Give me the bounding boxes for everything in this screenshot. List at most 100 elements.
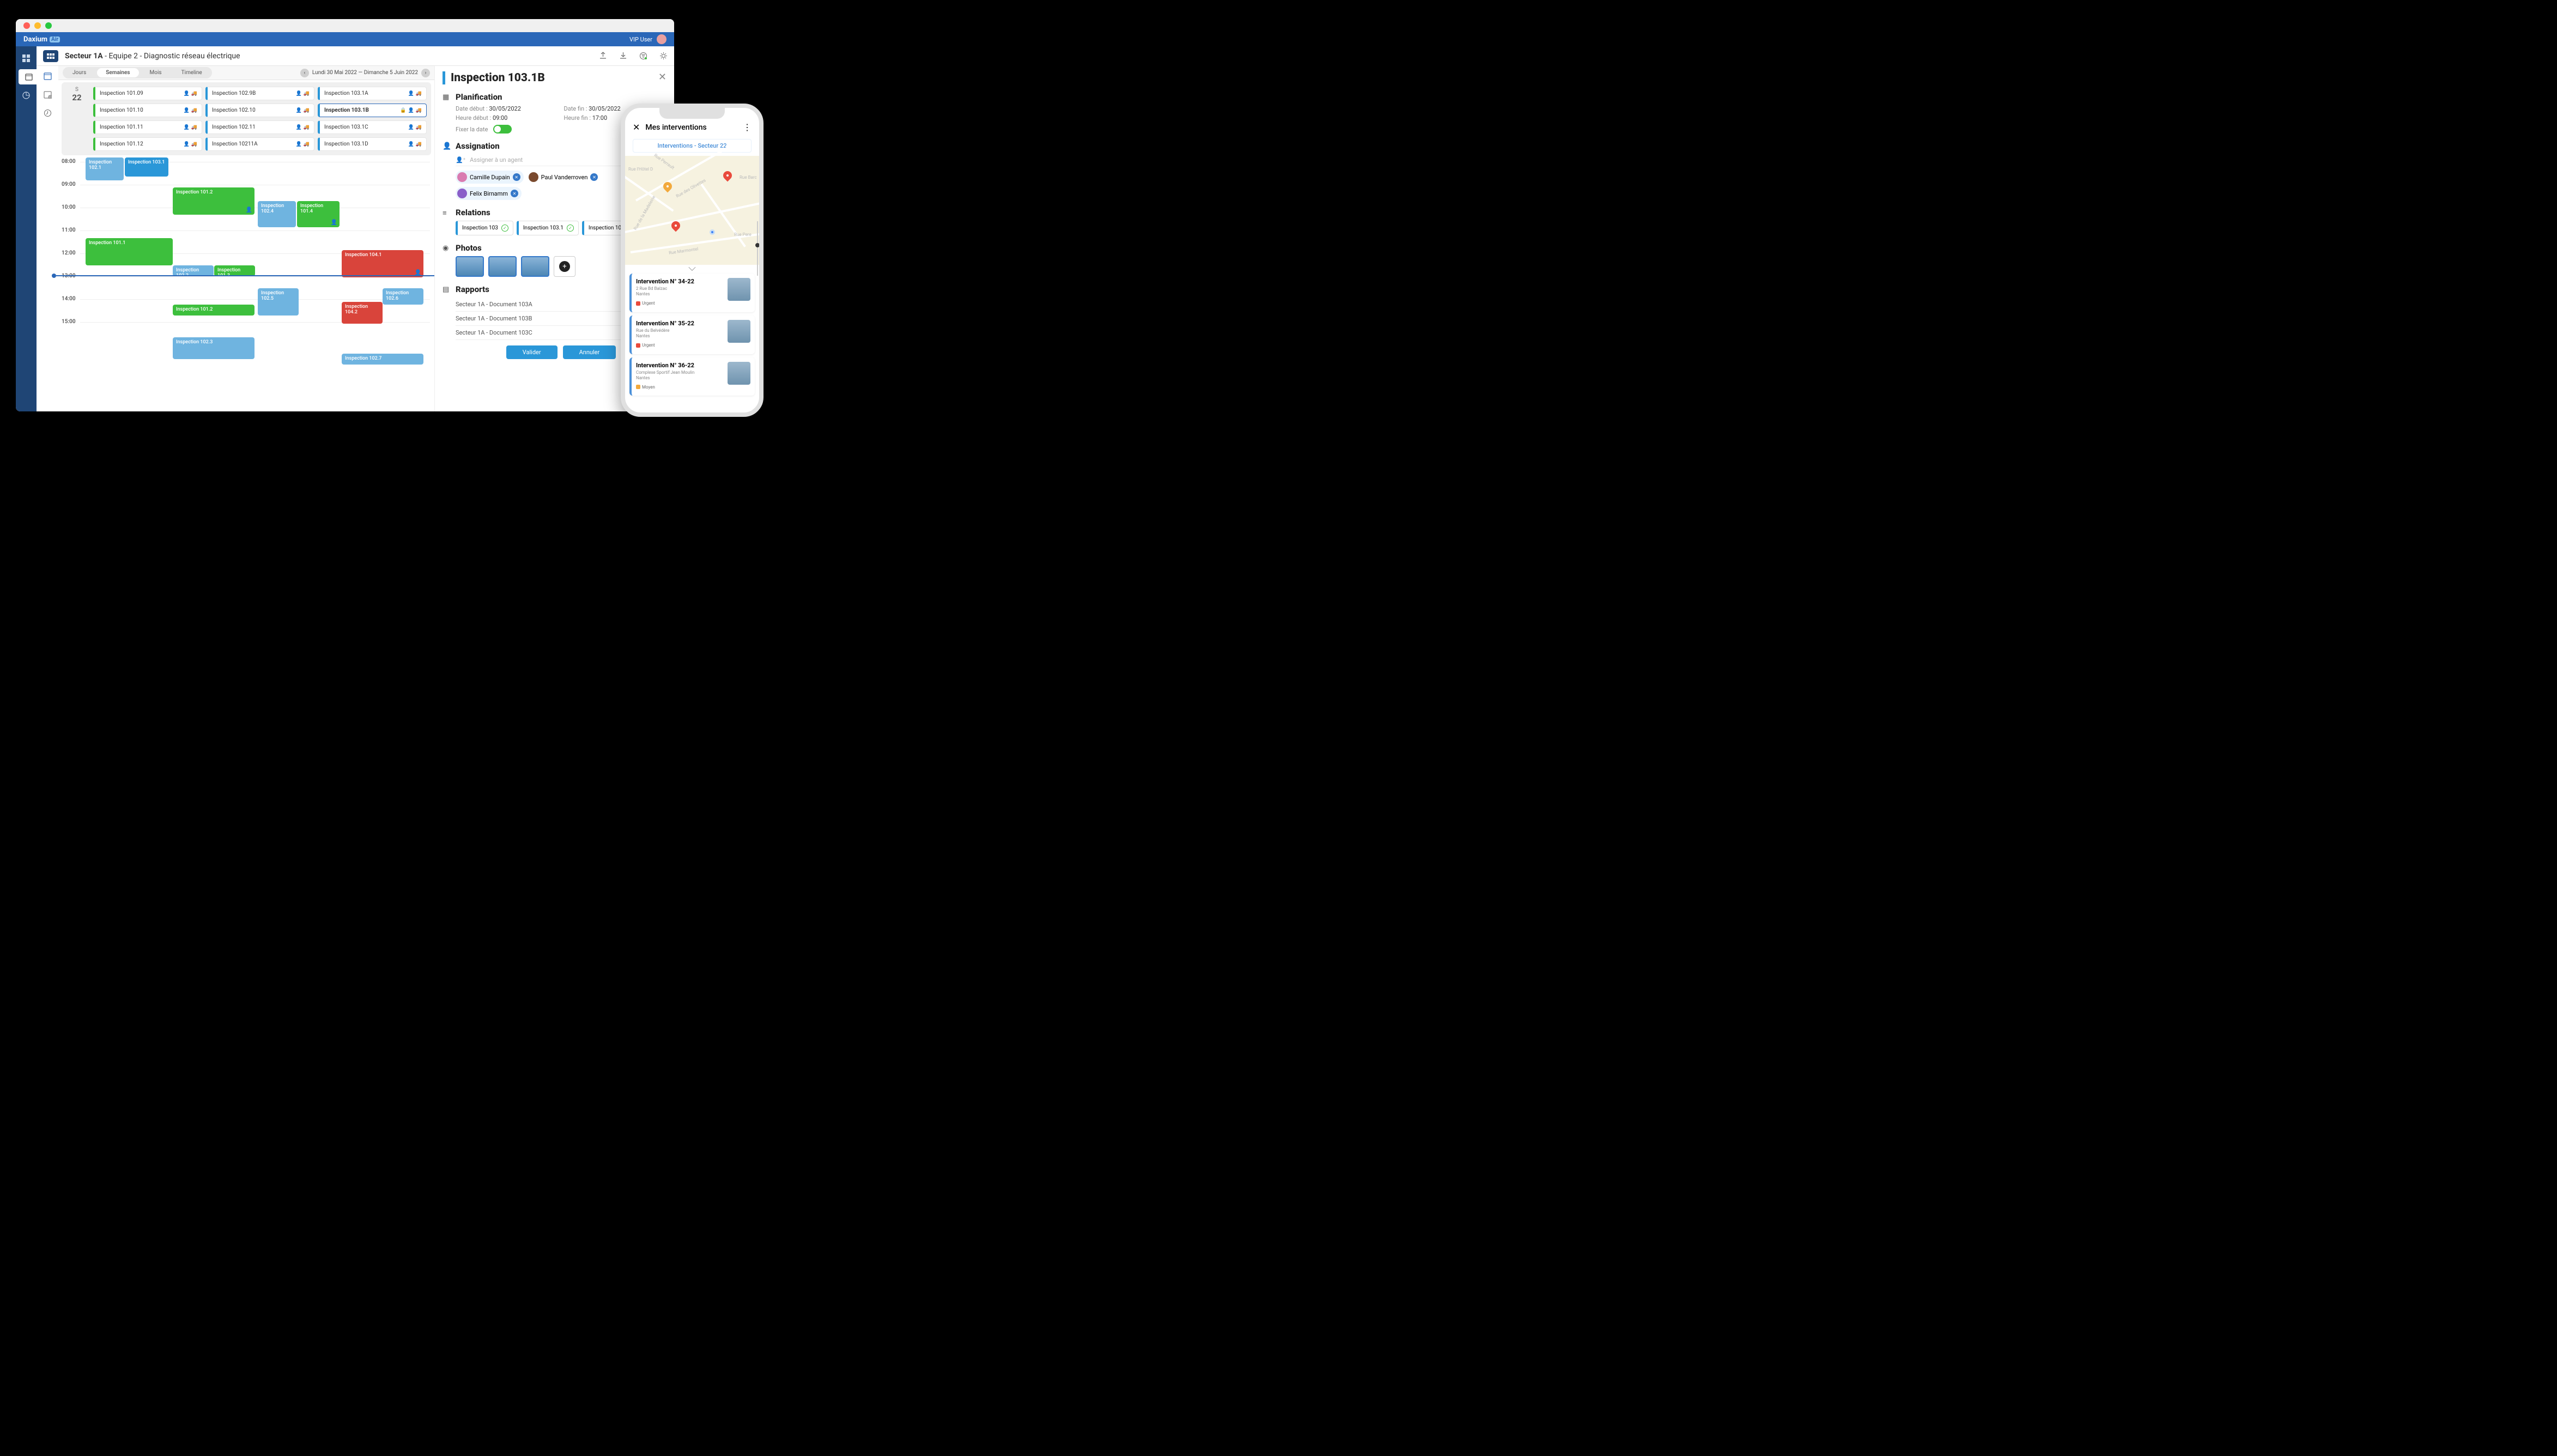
- more-icon[interactable]: ⋮: [743, 122, 752, 132]
- remove-chip-button[interactable]: ✕: [511, 190, 518, 197]
- app-grid-button[interactable]: [43, 50, 58, 62]
- timeline-block[interactable]: Inspection 101.4👤: [297, 201, 340, 227]
- time-end-label: Heure fin :: [564, 114, 591, 122]
- close-icon[interactable]: ✕: [633, 122, 640, 132]
- subnav-calendar-icon[interactable]: [41, 69, 54, 82]
- map[interactable]: Rue l'Hôtel D Rue Perrault Rue des Olive…: [625, 156, 759, 265]
- inspection-card[interactable]: Inspection 102.9B👤 🚚: [205, 87, 314, 100]
- phone-subtitle[interactable]: Interventions - Secteur 22: [633, 139, 752, 153]
- tab-timeline[interactable]: Timeline: [173, 68, 211, 77]
- inspection-card-label: Inspection 103.1D: [324, 141, 408, 147]
- timeline-block[interactable]: Inspection 102.6: [383, 288, 423, 305]
- timeline-block[interactable]: Inspection 101.2: [173, 305, 255, 316]
- timeline-block[interactable]: Inspection 102.5: [258, 288, 299, 316]
- remove-chip-button[interactable]: ✕: [513, 173, 520, 181]
- person-add-icon: 👤⁺: [456, 156, 465, 163]
- avatar-icon: [529, 172, 538, 182]
- inspection-card[interactable]: Inspection 101.09👤 🚚: [93, 87, 202, 100]
- validate-button[interactable]: Valider: [506, 345, 558, 359]
- date-next-button[interactable]: ›: [421, 69, 430, 77]
- nav-chart-icon[interactable]: [19, 88, 34, 103]
- fix-date-toggle[interactable]: [493, 125, 512, 134]
- timeline-block[interactable]: Inspection 102.7: [342, 354, 423, 365]
- close-panel-button[interactable]: ✕: [658, 71, 666, 83]
- day-of-week: S: [66, 87, 88, 93]
- tab-day[interactable]: Jours: [64, 68, 95, 77]
- timeline-block[interactable]: Inspection 102.2: [173, 265, 214, 276]
- subnav-add-event-icon[interactable]: [41, 88, 54, 101]
- card-icons: 👤 🚚: [408, 142, 422, 147]
- inspection-card[interactable]: Inspection 10211A👤 🚚: [205, 137, 314, 151]
- inspection-card[interactable]: Inspection 103.1C👤 🚚: [318, 120, 427, 134]
- close-window-icon[interactable]: [23, 22, 30, 29]
- timeline-block[interactable]: Inspection 104.2: [342, 302, 383, 324]
- relation-label: Inspection 103.1: [523, 225, 563, 231]
- tab-week[interactable]: Semaines: [97, 68, 138, 77]
- agent-name: Felix Birnamm: [470, 190, 508, 197]
- remove-chip-button[interactable]: ✕: [590, 173, 598, 181]
- browser-window: Daxium Air VIP User Secteur 1A - Equipe …: [16, 19, 674, 411]
- agent-chip[interactable]: Camille Dupain✕: [456, 171, 524, 184]
- inspection-card[interactable]: Inspection 101.10👤 🚚: [93, 104, 202, 117]
- photo-thumbnail[interactable]: [488, 256, 517, 277]
- content: Secteur 1A - Equipe 2 - Diagnostic résea…: [37, 46, 674, 411]
- settings-icon[interactable]: [659, 52, 668, 60]
- drawer-handle[interactable]: ⌵: [625, 265, 759, 271]
- card-icons: 👤 🚚: [408, 125, 422, 130]
- intervention-card[interactable]: Intervention N° 36-22Complexe Sportif Je…: [629, 357, 755, 396]
- user-icon: 👤: [408, 108, 414, 113]
- photo-thumbnail[interactable]: [521, 256, 549, 277]
- minimize-window-icon[interactable]: [34, 22, 41, 29]
- photo-thumbnail[interactable]: [456, 256, 484, 277]
- timeline-block[interactable]: Inspection 103.1: [125, 157, 168, 177]
- inspection-card[interactable]: Inspection 102.10👤 🚚: [205, 104, 314, 117]
- inspection-card[interactable]: Inspection 102.11👤 🚚: [205, 120, 314, 134]
- cancel-button[interactable]: Annuler: [563, 345, 616, 359]
- timeline-block[interactable]: Inspection 102.1: [86, 157, 124, 180]
- timeline-block[interactable]: Inspection 104.1👤: [342, 250, 423, 277]
- intervention-card[interactable]: Intervention N° 34-222 Rue Bd BalzacNant…: [629, 274, 755, 312]
- user-menu[interactable]: VIP User: [629, 34, 666, 44]
- download-icon[interactable]: [619, 52, 627, 60]
- upload-icon[interactable]: [599, 52, 607, 60]
- tab-month[interactable]: Mois: [141, 68, 171, 77]
- time-end-value: 17:00: [592, 114, 607, 122]
- agent-chip[interactable]: Paul Vanderroven✕: [527, 171, 602, 184]
- fix-date-label: Fixer la date: [456, 126, 488, 133]
- time-start-label: Heure début :: [456, 114, 491, 122]
- relation-card[interactable]: Inspection 103✓: [456, 221, 513, 235]
- timeline-block[interactable]: Inspection 101.3: [214, 265, 255, 276]
- side-nav: [16, 46, 37, 411]
- block-label: Inspection 101.4: [300, 203, 336, 214]
- maximize-window-icon[interactable]: [45, 22, 52, 29]
- inspection-card[interactable]: Inspection 101.11👤 🚚: [93, 120, 202, 134]
- relation-card[interactable]: Inspection 103.1✓: [517, 221, 579, 235]
- agent-chip[interactable]: Felix Birnamm✕: [456, 187, 522, 200]
- map-pin-icon[interactable]: [662, 180, 674, 193]
- nav-grid-icon[interactable]: [19, 51, 34, 66]
- add-photo-button[interactable]: +: [554, 256, 575, 277]
- subnav-sync-icon[interactable]: [41, 106, 54, 119]
- block-label: Inspection 101.1: [89, 240, 169, 246]
- timeline-block[interactable]: Inspection 102.3: [173, 337, 255, 359]
- timeline-block[interactable]: Inspection 101.2👤: [173, 187, 255, 215]
- intervention-card[interactable]: Intervention N° 35-22Rue du BelvédèreNan…: [629, 316, 755, 354]
- inspection-card[interactable]: Inspection 103.1D👤 🚚: [318, 137, 427, 151]
- inspection-card[interactable]: Inspection 103.1A👤 🚚: [318, 87, 427, 100]
- truck-icon: 🚚: [191, 125, 197, 130]
- inspection-card[interactable]: Inspection 103.1B🔒 👤 🚚: [318, 104, 427, 117]
- filter-icon[interactable]: [639, 52, 647, 60]
- truck-icon: 🚚: [304, 125, 310, 130]
- inspection-card[interactable]: Inspection 101.12👤 🚚: [93, 137, 202, 151]
- logo-text: Daxium: [23, 35, 47, 44]
- date-prev-button[interactable]: ‹: [300, 69, 309, 77]
- date-range: ‹ Lundi 30 Mai 2022 — Dimanche 5 Juin 20…: [300, 69, 430, 77]
- timeline-block[interactable]: Inspection 101.1: [86, 238, 173, 265]
- section-heading: Planification: [456, 92, 666, 102]
- relations-icon: ≡: [443, 209, 447, 217]
- agent-name: Camille Dupain: [470, 174, 510, 181]
- date-start-label: Date début :: [456, 105, 488, 112]
- map-pin-icon[interactable]: [722, 169, 734, 182]
- zoom-slider[interactable]: [757, 221, 758, 276]
- timeline-block[interactable]: Inspection 102.4: [258, 201, 296, 227]
